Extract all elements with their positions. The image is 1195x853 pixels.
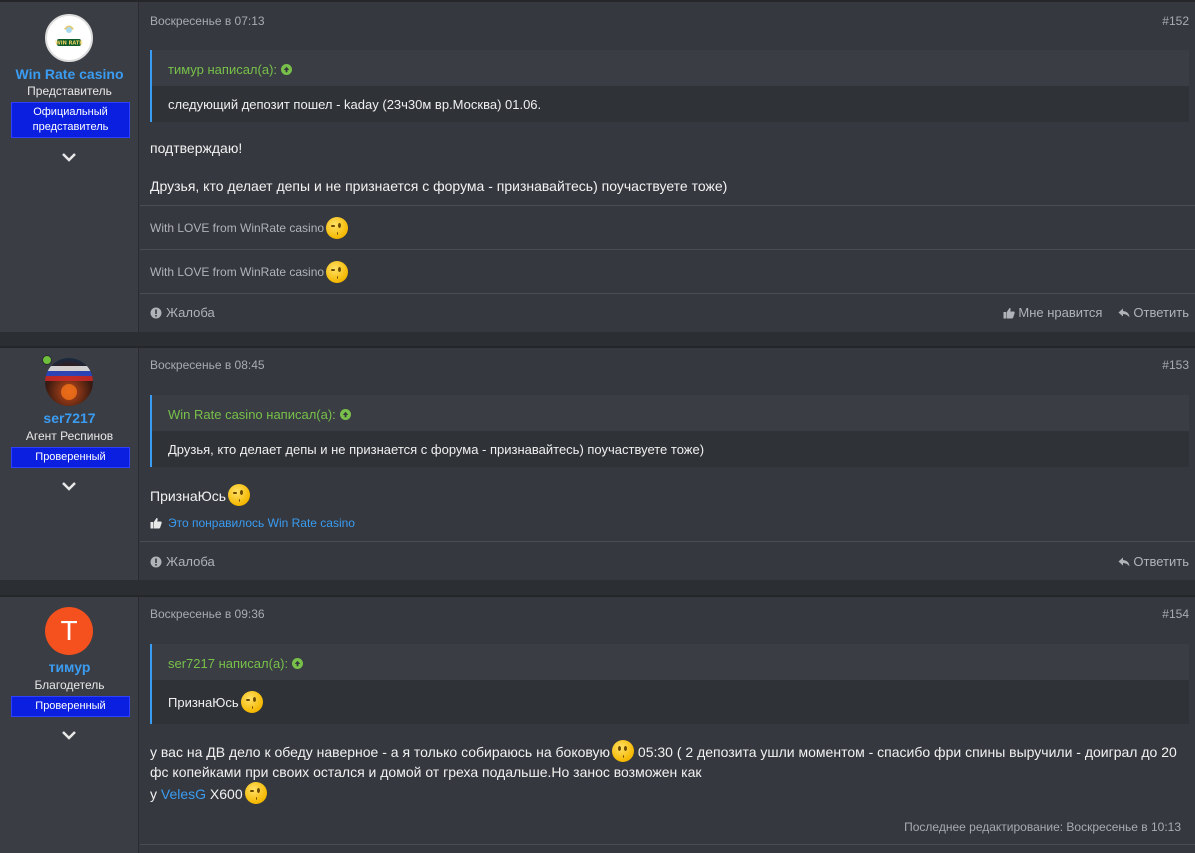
logo-text: WIN RATE bbox=[55, 41, 83, 47]
report-button[interactable]: Жалоба bbox=[150, 305, 215, 320]
chevron-down-icon[interactable] bbox=[59, 150, 79, 164]
report-button[interactable]: Жалоба bbox=[150, 554, 215, 569]
avatar[interactable]: WIN RATE bbox=[45, 14, 93, 62]
reply-button[interactable]: Ответить bbox=[1118, 305, 1189, 320]
wink-emoji-icon bbox=[326, 217, 349, 239]
badge-line-2: представитель bbox=[32, 121, 109, 133]
post-153: ser7217 Агент Респинов Проверенный Воскр… bbox=[0, 346, 1195, 580]
report-label: Жалоба bbox=[166, 305, 215, 320]
like-label: Мне нравится bbox=[1018, 305, 1103, 320]
quote-author-text: Win Rate casino написал(а): bbox=[168, 407, 336, 422]
message-prefix: у bbox=[150, 786, 161, 802]
message-line-1: подтверждаю! bbox=[150, 140, 243, 156]
message-line-2: Друзья, кто делает депы и не признается … bbox=[150, 178, 728, 194]
user-cell: WIN RATE Win Rate casino Представитель О… bbox=[0, 2, 139, 332]
post-date[interactable]: Воскресенье в 08:45 bbox=[150, 358, 265, 372]
post-number[interactable]: #154 bbox=[1162, 607, 1189, 621]
thumbs-up-icon bbox=[1003, 307, 1016, 318]
divider bbox=[140, 844, 1195, 845]
alert-icon bbox=[150, 556, 162, 567]
chevron-down-icon[interactable] bbox=[59, 728, 79, 742]
divider bbox=[140, 249, 1195, 250]
quote-author[interactable]: ser7217 написал(а): bbox=[152, 644, 1189, 680]
user-title: Представитель bbox=[27, 84, 112, 98]
user-cell: ser7217 Агент Респинов Проверенный bbox=[0, 348, 139, 580]
arrow-up-circle-icon[interactable] bbox=[339, 409, 351, 420]
arrow-up-circle-icon[interactable] bbox=[292, 658, 304, 669]
likes-text: Это понравилось Win Rate casino bbox=[168, 516, 355, 530]
quote-text-content: ПризнаЮсь bbox=[168, 694, 239, 710]
message-text: ПризнаЮсь bbox=[150, 488, 227, 504]
reply-icon bbox=[1118, 308, 1130, 317]
quote-text: следующий депозит пошел - kaday (23ч30м … bbox=[152, 86, 1189, 122]
divider bbox=[140, 293, 1195, 294]
arrow-up-circle-icon[interactable] bbox=[281, 64, 293, 75]
post-number[interactable]: #152 bbox=[1162, 14, 1189, 28]
post-number[interactable]: #153 bbox=[1162, 358, 1189, 372]
user-title: Благодетель bbox=[34, 678, 105, 692]
user-mention-link[interactable]: VelesG bbox=[161, 786, 206, 802]
quote-block: ser7217 написал(а): ПризнаЮсь bbox=[150, 644, 1189, 724]
signature: With LOVE from WinRate casino bbox=[150, 261, 349, 283]
like-button[interactable]: Мне нравится bbox=[1003, 305, 1102, 320]
quote-author-text: тимур написал(а): bbox=[168, 62, 278, 77]
alert-icon bbox=[150, 307, 162, 318]
report-label: Жалоба bbox=[166, 554, 215, 569]
message: ПризнаЮсь bbox=[150, 484, 1185, 506]
reply-icon bbox=[1118, 557, 1130, 566]
win-rate-logo-icon: WIN RATE bbox=[47, 16, 91, 60]
quote-text: ПризнаЮсь bbox=[152, 680, 1189, 724]
signature-text: With LOVE from WinRate casino bbox=[150, 221, 325, 235]
online-status-icon bbox=[42, 355, 52, 365]
message: у вас на ДВ дело к обеду наверное - а я … bbox=[150, 740, 1185, 782]
post-152: WIN RATE Win Rate casino Представитель О… bbox=[0, 0, 1195, 332]
wink-emoji-icon bbox=[326, 261, 349, 283]
wink-emoji-icon bbox=[244, 782, 267, 804]
flag-avatar-icon bbox=[45, 366, 93, 400]
message-suffix: Х600 bbox=[206, 786, 243, 802]
user-cell: Т тимур Благодетель Проверенный bbox=[0, 597, 139, 853]
user-badge: Официальный представитель bbox=[11, 102, 130, 138]
reply-label: Ответить bbox=[1133, 554, 1189, 569]
username[interactable]: Win Rate casino bbox=[0, 66, 139, 82]
user-badge: Проверенный bbox=[11, 696, 130, 717]
message-part-1: у вас на ДВ дело к обеду наверное - а я … bbox=[150, 744, 611, 760]
last-edited: Последнее редактирование: Воскресенье в … bbox=[904, 820, 1181, 834]
quote-block: тимур написал(а): следующий депозит поше… bbox=[150, 50, 1189, 122]
post-154: Т тимур Благодетель Проверенный Воскресе… bbox=[0, 595, 1195, 853]
post-date[interactable]: Воскресенье в 09:36 bbox=[150, 607, 265, 621]
avatar[interactable]: Т bbox=[45, 607, 93, 655]
message-line-3: у VelesG Х600 bbox=[150, 782, 1185, 804]
quote-author-text: ser7217 написал(а): bbox=[168, 656, 289, 671]
likes-summary[interactable]: Это понравилось Win Rate casino bbox=[150, 516, 355, 530]
username[interactable]: ser7217 bbox=[0, 410, 139, 426]
signature: With LOVE from WinRate casino bbox=[150, 217, 349, 239]
quote-text: Друзья, кто делает депы и не признается … bbox=[152, 431, 1189, 467]
avatar[interactable] bbox=[45, 358, 93, 406]
quote-author[interactable]: тимур написал(а): bbox=[152, 50, 1189, 86]
smile-emoji-icon bbox=[612, 740, 635, 762]
reply-label: Ответить bbox=[1133, 305, 1189, 320]
username[interactable]: тимур bbox=[0, 659, 139, 675]
divider bbox=[140, 205, 1195, 206]
post-date[interactable]: Воскресенье в 07:13 bbox=[150, 14, 265, 28]
wink-emoji-icon bbox=[240, 691, 263, 713]
quote-block: Win Rate casino написал(а): Друзья, кто … bbox=[150, 395, 1189, 467]
signature-text: With LOVE from WinRate casino bbox=[150, 265, 325, 279]
divider bbox=[140, 541, 1195, 542]
reply-button[interactable]: Ответить bbox=[1118, 554, 1189, 569]
wink-emoji-icon bbox=[228, 484, 251, 506]
user-title: Агент Респинов bbox=[25, 429, 114, 443]
user-badge: Проверенный bbox=[11, 447, 130, 468]
chevron-down-icon[interactable] bbox=[59, 479, 79, 493]
quote-author[interactable]: Win Rate casino написал(а): bbox=[152, 395, 1189, 431]
thumbs-up-icon bbox=[150, 518, 162, 529]
badge-line-1: Официальный bbox=[33, 106, 108, 118]
